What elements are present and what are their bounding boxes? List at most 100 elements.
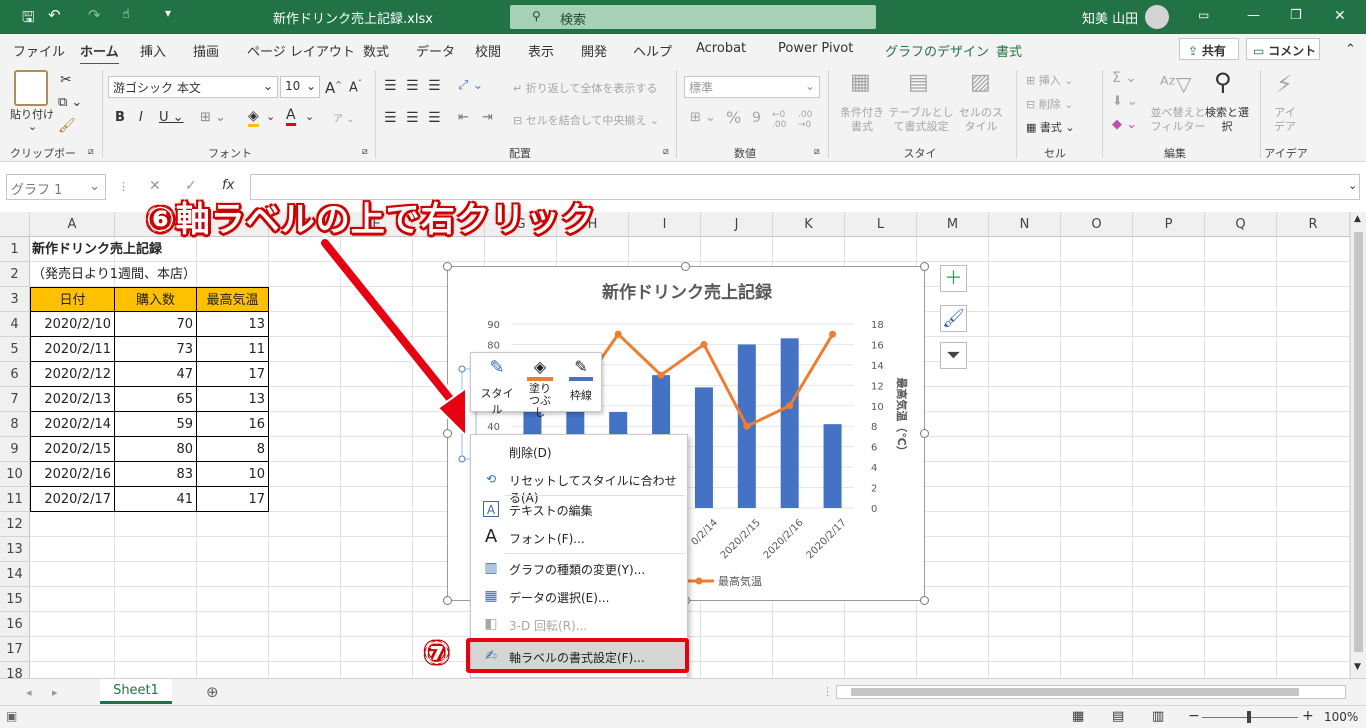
row-header[interactable]: 3 (0, 287, 30, 312)
table-cell[interactable]: 13 (197, 312, 269, 337)
comma-icon[interactable]: 9 (752, 110, 761, 126)
increase-font-icon[interactable]: A^ (325, 79, 342, 97)
prev-sheet-icon[interactable]: ◂ (26, 686, 32, 699)
tab-acrobat[interactable]: Acrobat (696, 41, 746, 56)
table-cell[interactable]: 16 (197, 412, 269, 437)
borders-icon[interactable]: ⊞ ⌄ (200, 110, 226, 125)
minimize-icon[interactable]: — (1247, 8, 1260, 23)
find-select-button[interactable]: 検索と選択 (1205, 106, 1249, 134)
conditional-format-button[interactable]: 条件付き書式 (836, 106, 888, 134)
chart-styles-button[interactable]: 🖌 (940, 305, 967, 332)
undo-icon[interactable]: ↶ (48, 6, 61, 24)
cell-a2-subtitle[interactable]: （発売日より1週間、本店） (32, 262, 196, 287)
tab-review[interactable]: 校閲 (475, 41, 501, 60)
ribbon-display-icon[interactable]: ▭ (1198, 8, 1209, 22)
column-header[interactable]: J (701, 212, 773, 237)
column-header[interactable]: M (917, 212, 989, 237)
row-header[interactable]: 17 (0, 637, 30, 662)
table-header-cell[interactable]: 最高気温 (197, 287, 269, 312)
table-cell[interactable]: 83 (115, 462, 197, 487)
cell-styles-button[interactable]: セルのスタイル (956, 106, 1006, 134)
italic-icon[interactable]: I (139, 110, 143, 125)
tab-formulas[interactable]: 数式 (363, 41, 389, 60)
sheet-tabs-splitter-icon[interactable]: ⋮ (822, 685, 833, 698)
font-name-select[interactable]: 游ゴシック 本文 ⌄ (108, 76, 278, 98)
tab-power-pivot[interactable]: Power Pivot (778, 41, 853, 56)
fill-color-icon[interactable]: ◈ (248, 108, 259, 127)
fill-button[interactable]: ◈ 塗りつぶし (521, 357, 559, 419)
column-header[interactable]: P (1133, 212, 1205, 237)
delete-cells-button[interactable]: ⊟ 削除 ⌄ (1026, 96, 1073, 112)
page-break-view-icon[interactable]: ▥ (1152, 709, 1164, 724)
row-header[interactable]: 4 (0, 312, 30, 337)
indent-decrease-icon[interactable]: ⇤ (458, 110, 469, 125)
paste-dropdown-icon[interactable]: ⌄ (28, 120, 37, 133)
page-layout-view-icon[interactable]: ▤ (1112, 709, 1124, 724)
style-button[interactable]: ✎ スタイル (477, 357, 517, 416)
table-cell[interactable]: 2020/2/11 (30, 337, 115, 362)
tab-chart-design[interactable]: グラフのデザイン (885, 41, 989, 60)
table-cell[interactable]: 2020/2/13 (30, 387, 115, 412)
vertical-scrollbar[interactable]: ▲ ▼ (1350, 212, 1366, 678)
find-select-icon[interactable]: ⚲ (1214, 68, 1232, 96)
percent-icon[interactable]: % (726, 108, 741, 127)
column-header[interactable]: A (30, 212, 115, 237)
menu-item-3d-rotation[interactable]: ◧ 3-D 回転(R)... (471, 610, 687, 638)
wrap-text-button[interactable]: ↵ 折り返して全体を表示する (513, 80, 657, 96)
resize-handle-mr[interactable] (920, 429, 929, 438)
row-header[interactable]: 10 (0, 462, 30, 487)
align-bottom-icon[interactable]: ☰ (428, 78, 441, 94)
table-cell[interactable]: 13 (197, 387, 269, 412)
table-cell[interactable]: 2020/2/15 (30, 437, 115, 462)
format-as-table-button[interactable]: テーブルとして書式設定 (887, 106, 955, 134)
clipboard-launcher-icon[interactable]: ⧄ (88, 147, 94, 157)
scroll-down-icon[interactable]: ▼ (1354, 662, 1361, 672)
add-sheet-icon[interactable]: ⊕ (206, 683, 219, 701)
resize-handle-tc[interactable] (681, 262, 690, 271)
menu-item-select-data[interactable]: ▦ データの選択(E)... (471, 582, 687, 610)
table-cell[interactable]: 41 (115, 487, 197, 512)
table-header-cell[interactable]: 日付 (30, 287, 115, 312)
cut-icon[interactable]: ✂ (60, 72, 72, 88)
menu-item-reset-style[interactable]: ⟲ リセットしてスタイルに合わせる(A) (471, 465, 687, 505)
resize-handle-bl[interactable] (443, 596, 452, 605)
resize-handle-tr[interactable] (920, 262, 929, 271)
cell-styles-icon[interactable]: ▨ (970, 70, 991, 95)
align-center-icon[interactable]: ☰ (406, 110, 419, 126)
zoom-level[interactable]: 100% (1324, 710, 1358, 724)
table-cell[interactable]: 59 (115, 412, 197, 437)
align-top-icon[interactable]: ☰ (384, 78, 397, 94)
share-button[interactable]: ⇪ 共有 (1179, 38, 1239, 60)
decrease-decimal-icon[interactable]: .00 →0 (798, 110, 812, 130)
table-cell[interactable]: 2020/2/10 (30, 312, 115, 337)
user-name[interactable]: 知美 山田 (1082, 8, 1138, 27)
increase-decimal-icon[interactable]: ←0.00 (772, 110, 786, 130)
row-header[interactable]: 16 (0, 612, 30, 637)
table-cell[interactable]: 47 (115, 362, 197, 387)
table-cell[interactable]: 65 (115, 387, 197, 412)
align-right-icon[interactable]: ☰ (428, 110, 441, 126)
resize-handle-tl[interactable] (443, 262, 452, 271)
menu-item-change-chart-type[interactable]: ▥ グラフの種類の変更(Y)... (471, 554, 687, 582)
expand-formula-icon[interactable]: ⌄ (1348, 179, 1357, 192)
bold-icon[interactable]: B (115, 110, 125, 125)
tab-insert[interactable]: 挿入 (140, 41, 166, 60)
tab-home[interactable]: ホーム (80, 41, 119, 66)
h-scroll-thumb[interactable] (851, 688, 1299, 696)
format-painter-icon[interactable]: 🖌 (58, 118, 76, 134)
row-header[interactable]: 7 (0, 387, 30, 412)
table-cell[interactable]: 17 (197, 362, 269, 387)
menu-item-edit-text[interactable]: A テキストの編集 (471, 495, 687, 523)
copy-icon[interactable]: ⧉ ⌄ (58, 95, 82, 110)
row-header[interactable]: 2 (0, 262, 30, 287)
customize-qat-icon[interactable]: ▾ (165, 6, 171, 20)
tab-file[interactable]: ファイル (13, 41, 65, 60)
menu-item-font[interactable]: A フォント(F)... (471, 523, 687, 551)
number-launcher-icon[interactable]: ⧄ (814, 147, 820, 157)
tab-view[interactable]: 表示 (528, 41, 554, 60)
table-cell[interactable]: 2020/2/12 (30, 362, 115, 387)
accounting-icon[interactable]: ⊞ ⌄ (690, 110, 716, 125)
font-color-dropdown-icon[interactable]: ⌄ (305, 110, 314, 123)
tab-data[interactable]: データ (416, 41, 455, 60)
cell-a1-title[interactable]: 新作ドリンク売上記録 (32, 237, 162, 262)
